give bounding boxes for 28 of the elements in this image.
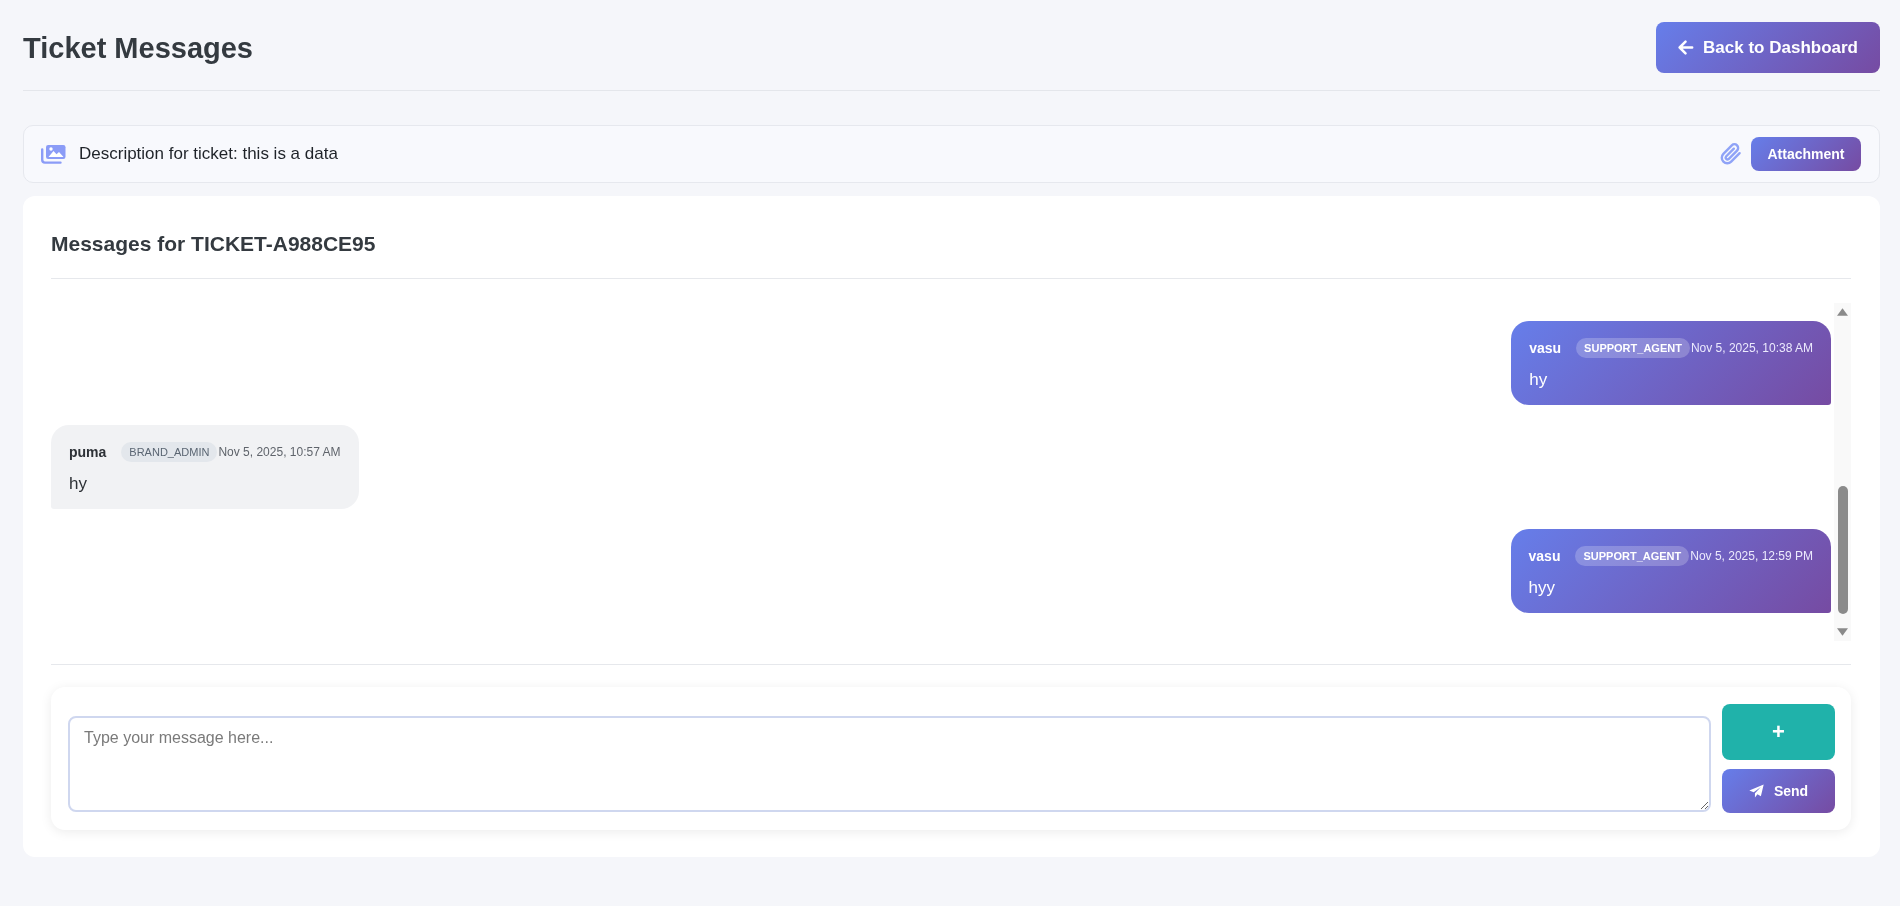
scrollbar-thumb[interactable] [1837, 486, 1848, 614]
paper-plane-icon [1748, 784, 1764, 798]
message-time: Nov 5, 2025, 10:57 AM [218, 445, 341, 459]
message-text: hy [1529, 369, 1549, 391]
sender-name: puma [69, 444, 107, 460]
arrow-left-icon [1677, 40, 1695, 55]
sender-name: vasu [1528, 548, 1561, 564]
add-button[interactable]: + [1722, 704, 1835, 760]
message-time: Nov 5, 2025, 10:38 AM [1690, 341, 1813, 355]
back-to-dashboard-button[interactable]: Back to Dashboard [1656, 22, 1880, 73]
messages-title: Messages for TICKET-A988CE95 [51, 230, 1851, 279]
sender-name: vasu [1529, 340, 1562, 356]
role-badge: BRAND_ADMIN [121, 442, 218, 462]
page-title: Ticket Messages [23, 30, 253, 66]
scroll-up-icon[interactable] [1837, 308, 1848, 316]
scroll-down-icon[interactable] [1837, 628, 1848, 636]
send-button[interactable]: Send [1722, 769, 1835, 813]
description-text: Description for ticket: this is a data [79, 144, 339, 164]
images-icon [40, 144, 66, 164]
message-text: hyy [1528, 577, 1556, 599]
scrollbar[interactable] [1834, 303, 1851, 641]
role-badge: SUPPORT_AGENT [1576, 338, 1690, 358]
message-text: hy [69, 473, 88, 495]
message-time: Nov 5, 2025, 12:59 PM [1690, 549, 1813, 563]
role-badge: SUPPORT_AGENT [1575, 546, 1690, 566]
paperclip-icon [1720, 143, 1742, 165]
attachment-button[interactable]: Attachment [1751, 137, 1861, 171]
message-field[interactable]: Type your message here... [68, 716, 1711, 812]
